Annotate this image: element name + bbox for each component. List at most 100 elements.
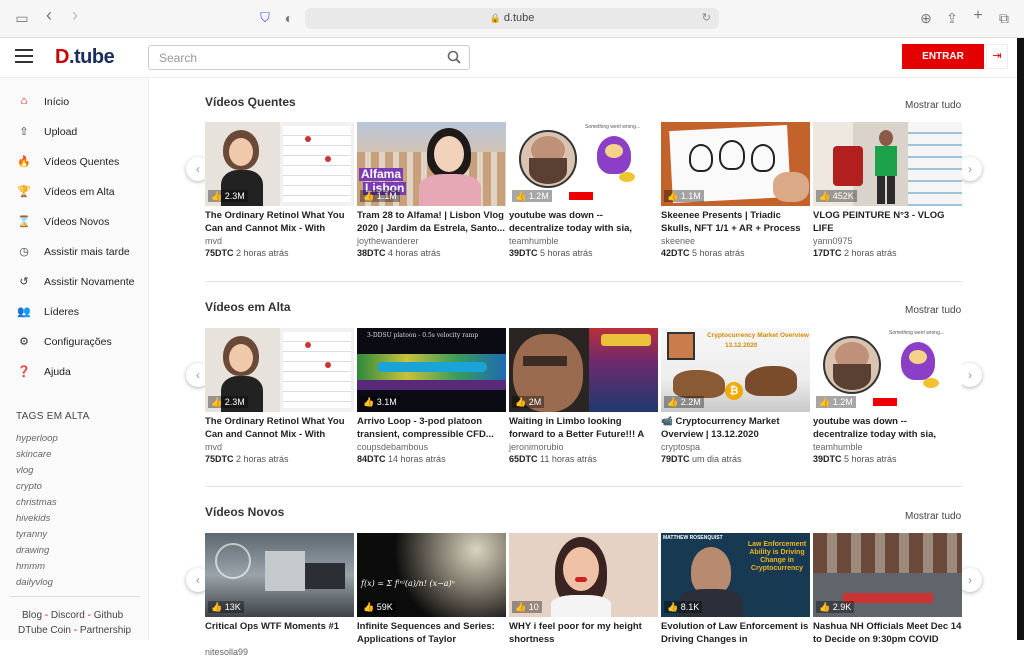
tag-link[interactable]: tyranny <box>16 529 47 540</box>
github-link[interactable]: Github <box>94 610 123 621</box>
video-title[interactable]: Evolution of Law Enforcement is Driving … <box>661 621 810 646</box>
video-title[interactable]: The Ordinary Retinol What You Can and Ca… <box>205 416 354 441</box>
video-card[interactable]: Cryptocurrency Market Overview 13.12.202… <box>661 328 810 466</box>
video-title[interactable]: Tram 28 to Alfama! | Lisbon Vlog 2020 | … <box>357 210 506 235</box>
video-card[interactable]: f(x) = Σ f⁽ⁿ⁾(a)/n! (x−a)ⁿ 👍 59K Infinit… <box>357 533 506 646</box>
video-card[interactable]: 👍 2M Waiting in Limbo looking forward to… <box>509 328 658 466</box>
video-card[interactable]: 👍 1.1M Skeenee Presents | Triadic Skulls… <box>661 122 810 260</box>
video-title[interactable]: The Ordinary Retinol What You Can and Ca… <box>205 210 354 235</box>
address-bar[interactable]: 🔒 d.tube ↻ <box>305 8 719 29</box>
tag-link[interactable]: christmas <box>16 497 57 508</box>
tag-link[interactable]: dailyvlog <box>16 577 53 588</box>
login-button[interactable]: ENTRAR <box>902 44 984 69</box>
show-all-link[interactable]: Mostrar tudo <box>905 511 961 522</box>
dtube-coin-link[interactable]: DTube Coin <box>18 625 71 636</box>
video-title[interactable]: Infinite Sequences and Series: Applicati… <box>357 621 506 646</box>
video-thumbnail[interactable]: MATTHEW ROSENQUIST Law Enforcement Abili… <box>661 533 810 617</box>
video-author[interactable]: mvd <box>205 235 354 247</box>
video-author[interactable]: yann0975 <box>813 235 962 247</box>
hamburger-menu-icon[interactable] <box>15 49 33 65</box>
discord-link[interactable]: Discord <box>51 610 85 621</box>
back-icon[interactable]: ‹ <box>40 6 58 24</box>
video-thumbnail[interactable]: 👍 10 <box>509 533 658 617</box>
video-author[interactable]: coupsdebambous <box>357 441 506 453</box>
show-all-link[interactable]: Mostrar tudo <box>905 100 961 111</box>
video-thumbnail[interactable]: Something went wrong... 👍 1.2M <box>509 122 658 206</box>
video-author[interactable]: nitesolla99 <box>205 646 354 658</box>
video-card[interactable]: MATTHEW ROSENQUIST Law Enforcement Abili… <box>661 533 810 646</box>
sidebar-item-home[interactable]: ⌂ Início <box>0 92 149 114</box>
video-card[interactable]: Something went wrong... 👍 1.2M youtube w… <box>813 328 962 466</box>
sidebar-toggle-icon[interactable]: ▭ <box>13 10 31 26</box>
video-title[interactable]: youtube was down -- decentralize today w… <box>509 210 658 235</box>
video-title[interactable]: Nashua NH Officials Meet Dec 14 to Decid… <box>813 621 962 646</box>
video-thumbnail[interactable]: f(x) = Σ f⁽ⁿ⁾(a)/n! (x−a)ⁿ 👍 59K <box>357 533 506 617</box>
video-title[interactable]: Critical Ops WTF Moments #1 <box>205 621 354 646</box>
tag-link[interactable]: skincare <box>16 449 51 460</box>
video-card[interactable]: Alfama Lisbon 👍 1.1M Tram 28 to Alfama! … <box>357 122 506 260</box>
video-title[interactable]: youtube was down -- decentralize today w… <box>813 416 962 441</box>
show-all-link[interactable]: Mostrar tudo <box>905 305 961 316</box>
sidebar-item-watch-later[interactable]: ◷ Assistir mais tarde <box>0 242 149 264</box>
sign-in-icon[interactable]: ⇥ <box>986 44 1008 69</box>
sidebar-item-trending[interactable]: 🏆 Vídeos em Alta <box>0 182 149 204</box>
tag-link[interactable]: crypto <box>16 481 42 492</box>
video-card[interactable]: 👍 2.9K Nashua NH Officials Meet Dec 14 t… <box>813 533 962 646</box>
video-thumbnail[interactable]: 3-DDSU platoon - 0.5s velocity ramp 👍 3.… <box>357 328 506 412</box>
video-card[interactable]: 👍 452K VLOG PEINTURE N°3 - VLOG LIFE yan… <box>813 122 962 260</box>
tag-link[interactable]: hmmm <box>16 561 45 572</box>
reload-icon[interactable]: ↻ <box>702 8 711 29</box>
video-card[interactable]: 👍 10 WHY i feel poor for my height short… <box>509 533 658 646</box>
tag-link[interactable]: hivekids <box>16 513 50 524</box>
new-tab-icon[interactable]: + <box>969 8 987 24</box>
video-thumbnail[interactable]: 👍 2.9K <box>813 533 962 617</box>
video-thumbnail[interactable]: 👍 1.1M <box>661 122 810 206</box>
sidebar-item-settings[interactable]: ⚙ Configurações <box>0 332 149 354</box>
video-author[interactable]: teamhumble <box>509 235 658 247</box>
video-title[interactable]: Arrivo Loop - 3-pod platoon transient, c… <box>357 416 506 441</box>
sidebar-item-help[interactable]: ❓ Ajuda <box>0 362 149 384</box>
video-author[interactable]: mvd <box>205 441 354 453</box>
tag-link[interactable]: drawing <box>16 545 49 556</box>
video-card[interactable]: Something went wrong... 👍 1.2M youtube w… <box>509 122 658 260</box>
share-icon[interactable]: ⇪ <box>943 10 961 26</box>
video-author[interactable]: jeronimorubio <box>509 441 658 453</box>
video-card[interactable]: 👍 2.3M The Ordinary Retinol What You Can… <box>205 328 354 466</box>
video-thumbnail[interactable]: 👍 13K <box>205 533 354 617</box>
video-title[interactable]: WHY i feel poor for my height shortness <box>509 621 658 646</box>
video-thumbnail[interactable]: 👍 452K <box>813 122 962 206</box>
video-thumbnail[interactable]: Alfama Lisbon 👍 1.1M <box>357 122 506 206</box>
video-card[interactable]: 3-DDSU platoon - 0.5s velocity ramp 👍 3.… <box>357 328 506 466</box>
sidebar-item-hot[interactable]: 🔥 Vídeos Quentes <box>0 152 149 174</box>
tabs-overview-icon[interactable]: ⧉ <box>995 10 1013 26</box>
video-thumbnail[interactable]: 👍 2.3M <box>205 328 354 412</box>
video-card[interactable]: 👍 2.3M The Ordinary Retinol What You Can… <box>205 122 354 260</box>
partnership-link[interactable]: Partnership <box>80 625 131 636</box>
video-thumbnail[interactable]: 👍 2M <box>509 328 658 412</box>
forward-icon[interactable]: › <box>66 6 84 24</box>
video-author[interactable]: skeenee <box>661 235 810 247</box>
sidebar-item-leaders[interactable]: 👥 Líderes <box>0 302 149 324</box>
video-thumbnail[interactable]: Cryptocurrency Market Overview 13.12.202… <box>661 328 810 412</box>
video-author[interactable]: teamhumble <box>813 441 962 453</box>
tag-link[interactable]: hyperloop <box>16 433 58 444</box>
video-title[interactable]: Waiting in Limbo looking forward to a Be… <box>509 416 658 441</box>
video-thumbnail[interactable]: 👍 2.3M <box>205 122 354 206</box>
tag-link[interactable]: vlog <box>16 465 33 476</box>
sidebar-item-history[interactable]: ↺ Assistir Novamente <box>0 272 149 294</box>
video-title[interactable]: 📹 Cryptocurrency Market Overview | 13.12… <box>661 416 810 441</box>
video-title[interactable]: Skeenee Presents | Triadic Skulls, NFT 1… <box>661 210 810 235</box>
sidebar-item-upload[interactable]: ⇧ Upload <box>0 122 149 144</box>
video-author[interactable]: cryptospa <box>661 441 810 453</box>
video-thumbnail[interactable]: Something went wrong... 👍 1.2M <box>813 328 962 412</box>
search-input[interactable] <box>149 46 439 69</box>
video-title[interactable]: VLOG PEINTURE N°3 - VLOG LIFE <box>813 210 962 235</box>
video-card[interactable]: 👍 13K Critical Ops WTF Moments #1 niteso… <box>205 533 354 658</box>
tracker-icon[interactable]: ◐ <box>280 10 298 26</box>
download-icon[interactable]: ⊕ <box>917 10 935 26</box>
blog-link[interactable]: Blog <box>22 610 42 621</box>
dtube-logo[interactable]: D.tube <box>55 46 115 69</box>
privacy-shield-icon[interactable]: ⛉ <box>256 10 274 26</box>
search-icon[interactable] <box>447 50 461 64</box>
sidebar-item-new[interactable]: ⌛ Vídeos Novos <box>0 212 149 234</box>
